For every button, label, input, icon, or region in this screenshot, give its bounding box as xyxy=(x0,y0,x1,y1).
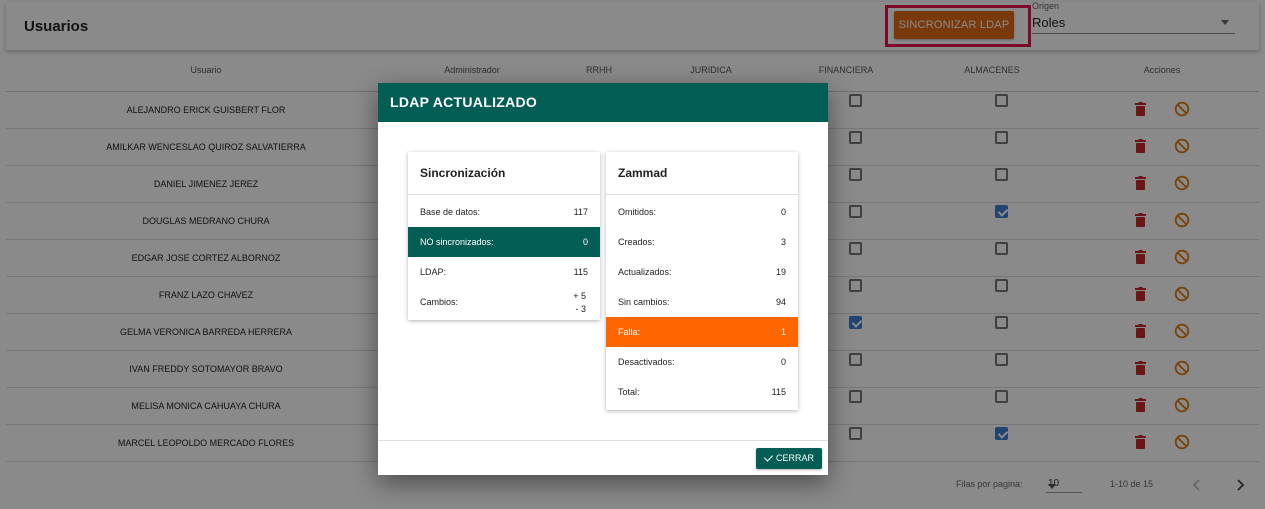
dialog-title: LDAP ACTUALIZADO xyxy=(390,94,538,110)
row-value: 117 xyxy=(573,207,588,217)
sync-row-no-sincronizados: NO sincronizados: 0 xyxy=(408,227,600,257)
divider xyxy=(378,440,828,441)
zammad-row-total: Total: 115 xyxy=(606,377,798,407)
row-label: NO sincronizados: xyxy=(420,237,494,247)
row-label: Actualizados: xyxy=(618,267,672,277)
row-label: Falla: xyxy=(618,327,641,337)
row-value: 19 xyxy=(775,267,786,277)
zammad-row-desactivados: Desactivados: 0 xyxy=(606,347,798,377)
changes-added: + 5 xyxy=(573,291,586,301)
row-value: 0 xyxy=(582,237,588,247)
dialog-header: LDAP ACTUALIZADO xyxy=(378,83,828,122)
zammad-card: Zammad Omitidos: 0 Creados: 3 Actualizad… xyxy=(606,152,798,410)
row-label: Creados: xyxy=(618,237,655,247)
row-value: 0 xyxy=(780,207,786,217)
row-label: Omitidos: xyxy=(618,207,657,217)
row-label: Cambios: xyxy=(420,297,459,307)
zammad-row-sin-cambios: Sin cambios: 94 xyxy=(606,287,798,317)
row-value: 0 xyxy=(780,357,786,367)
zammad-card-title: Zammad xyxy=(618,166,668,180)
changes-removed: - 3 xyxy=(575,304,586,314)
sync-row-ldap: LDAP: 115 xyxy=(408,257,600,287)
sync-card-title: Sincronización xyxy=(420,166,506,180)
row-label: Total: xyxy=(618,387,640,397)
close-button[interactable]: CERRAR xyxy=(756,448,822,469)
row-label: Desactivados: xyxy=(618,357,675,367)
close-button-label: CERRAR xyxy=(776,453,815,463)
row-label: Sin cambios: xyxy=(618,297,670,307)
sync-row-cambios: Cambios: + 5 - 3 xyxy=(408,287,600,317)
zammad-row-falla: Falla: 1 xyxy=(606,317,798,347)
zammad-row-actualizados: Actualizados: 19 xyxy=(606,257,798,287)
divider xyxy=(606,194,798,195)
row-value: 3 xyxy=(780,237,786,247)
sync-row-base-datos: Base de datos: 117 xyxy=(408,197,600,227)
row-value: 115 xyxy=(771,387,786,397)
row-value: 1 xyxy=(780,327,786,337)
row-value: 115 xyxy=(573,267,588,277)
divider xyxy=(408,194,600,195)
ldap-dialog: LDAP ACTUALIZADO Sincronización Base de … xyxy=(378,83,828,475)
zammad-row-creados: Creados: 3 xyxy=(606,227,798,257)
sync-card: Sincronización Base de datos: 117 NO sin… xyxy=(408,152,600,320)
check-icon xyxy=(763,452,774,462)
row-label: Base de datos: xyxy=(420,207,481,217)
row-label: LDAP: xyxy=(420,267,447,277)
row-value: 94 xyxy=(775,297,786,307)
zammad-row-omitidos: Omitidos: 0 xyxy=(606,197,798,227)
